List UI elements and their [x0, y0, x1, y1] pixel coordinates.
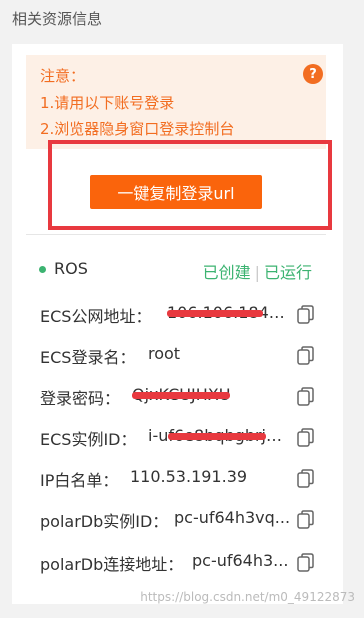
- row-login-password: 登录密码： QjxKCUJHXU: [40, 385, 330, 409]
- resource-status: 已创建 | 已运行: [203, 259, 312, 283]
- row-value: root: [148, 344, 181, 363]
- row-ecs-login-name: ECS登录名： root: [40, 344, 330, 368]
- row-ip-whitelist: IP白名单： 110.53.191.39: [40, 467, 330, 491]
- section-title: 相关资源信息: [12, 10, 103, 28]
- row-label: ECS实例ID：: [40, 430, 137, 449]
- redaction-mark: [168, 433, 266, 440]
- row-label: ECS公网地址：: [40, 307, 152, 326]
- copy-login-url-button[interactable]: 一键复制登录url: [90, 175, 262, 209]
- copy-icon[interactable]: [297, 428, 315, 448]
- notice-heading: 注意：: [40, 67, 86, 85]
- row-label: 登录密码：: [40, 389, 121, 408]
- row-value: 110.53.191.39: [130, 467, 248, 486]
- divider: [26, 234, 326, 235]
- copy-icon[interactable]: [297, 346, 315, 366]
- row-ecs-instance-id: ECS实例ID： i-uf6e8bqbgbrj4...: [40, 426, 330, 450]
- row-label: polarDb连接地址：: [40, 555, 184, 574]
- help-icon[interactable]: ?: [303, 64, 323, 84]
- status-separator: |: [254, 263, 260, 282]
- row-polardb-instance-id: polarDb实例ID： pc-uf64h3vq...: [40, 508, 330, 532]
- notice-line-1: 1.请用以下账号登录: [40, 94, 175, 112]
- copy-icon[interactable]: [297, 553, 315, 573]
- row-polardb-connection: polarDb连接地址： pc-uf64h3...: [40, 551, 330, 575]
- status-dot-icon: [39, 266, 46, 273]
- copy-icon[interactable]: [297, 469, 315, 489]
- status-running: 已运行: [263, 263, 312, 282]
- copy-icon[interactable]: [297, 305, 315, 325]
- row-label: polarDb实例ID：: [40, 512, 169, 531]
- redaction-mark: [167, 310, 263, 317]
- notice-line-2: 2.浏览器隐身窗口登录控制台: [40, 120, 235, 138]
- copy-icon[interactable]: [297, 510, 315, 530]
- copy-icon[interactable]: [297, 387, 315, 407]
- row-value: pc-uf64h3...: [192, 551, 289, 570]
- row-label: ECS登录名：: [40, 348, 136, 367]
- row-ecs-public-ip: ECS公网地址： 106.106.184....: [40, 303, 330, 327]
- row-value: pc-uf64h3vq...: [174, 508, 291, 527]
- notice-box: 注意： ? 1.请用以下账号登录 2.浏览器隐身窗口登录控制台: [26, 55, 326, 149]
- redaction-mark: [132, 392, 230, 399]
- resource-name: ROS: [54, 259, 88, 278]
- row-label: IP白名单：: [40, 471, 119, 490]
- resource-panel: 注意： ? 1.请用以下账号登录 2.浏览器隐身窗口登录控制台 一键复制登录ur…: [12, 44, 343, 604]
- watermark: https://blog.csdn.net/m0_49122873: [140, 590, 355, 604]
- status-created: 已创建: [202, 263, 251, 282]
